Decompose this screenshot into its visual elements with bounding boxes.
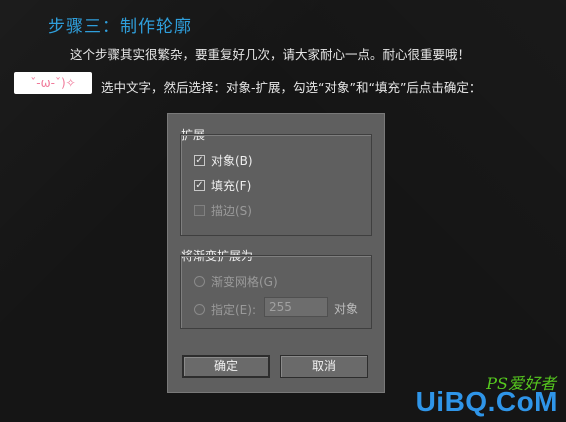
specify-label: 指定(E):	[211, 303, 256, 317]
gradient-mesh-label: 渐变网格(G)	[211, 275, 278, 289]
watermark-logo: PS爱好者 UiBQ.CoM	[396, 370, 558, 418]
emoticon-image: ˇ-ω-ˇ)✧	[14, 72, 92, 94]
checkmark-icon[interactable]: ✓	[194, 180, 205, 191]
watermark-main-text: UiBQ.CoM	[415, 386, 558, 417]
radio-icon	[194, 304, 205, 315]
cancel-button[interactable]: 取消	[280, 355, 368, 378]
object-checkbox-row[interactable]: ✓ 对象(B)	[194, 152, 253, 169]
fill-checkbox-label: 填充(F)	[211, 179, 252, 193]
specify-radio-row: 指定(E):	[194, 301, 256, 318]
objects-suffix-label: 对象	[334, 302, 359, 316]
checkmark-icon[interactable]: ✓	[194, 155, 205, 166]
ok-button[interactable]: 确定	[182, 355, 270, 378]
expand-group: ✓ 对象(B) ✓ 填充(F) 描边(S)	[180, 134, 372, 236]
object-checkbox-label: 对象(B)	[211, 154, 253, 168]
gradient-mesh-radio-row: 渐变网格(G)	[194, 273, 278, 290]
stroke-checkbox	[194, 205, 205, 216]
stroke-checkbox-label: 描边(S)	[211, 204, 252, 218]
step-title: 步骤三：制作轮廓	[48, 17, 192, 37]
expand-dialog: 扩展 ✓ 对象(B) ✓ 填充(F) 描边(S) 将渐变扩展为 渐变网格(G) …	[167, 113, 385, 393]
specify-input: 255	[264, 297, 328, 317]
radio-icon	[194, 276, 205, 287]
instruction-line: 选中文字，然后选择：对象-扩展，勾选“对象”和“填充”后点击确定：	[101, 80, 482, 95]
intro-line: 这个步骤其实很繁杂，要重复好几次，请大家耐心一点。耐心很重要哦！	[70, 47, 471, 62]
fill-checkbox-row[interactable]: ✓ 填充(F)	[194, 177, 251, 194]
stroke-checkbox-row: 描边(S)	[194, 202, 252, 219]
gradient-group: 渐变网格(G) 指定(E):	[180, 255, 372, 329]
